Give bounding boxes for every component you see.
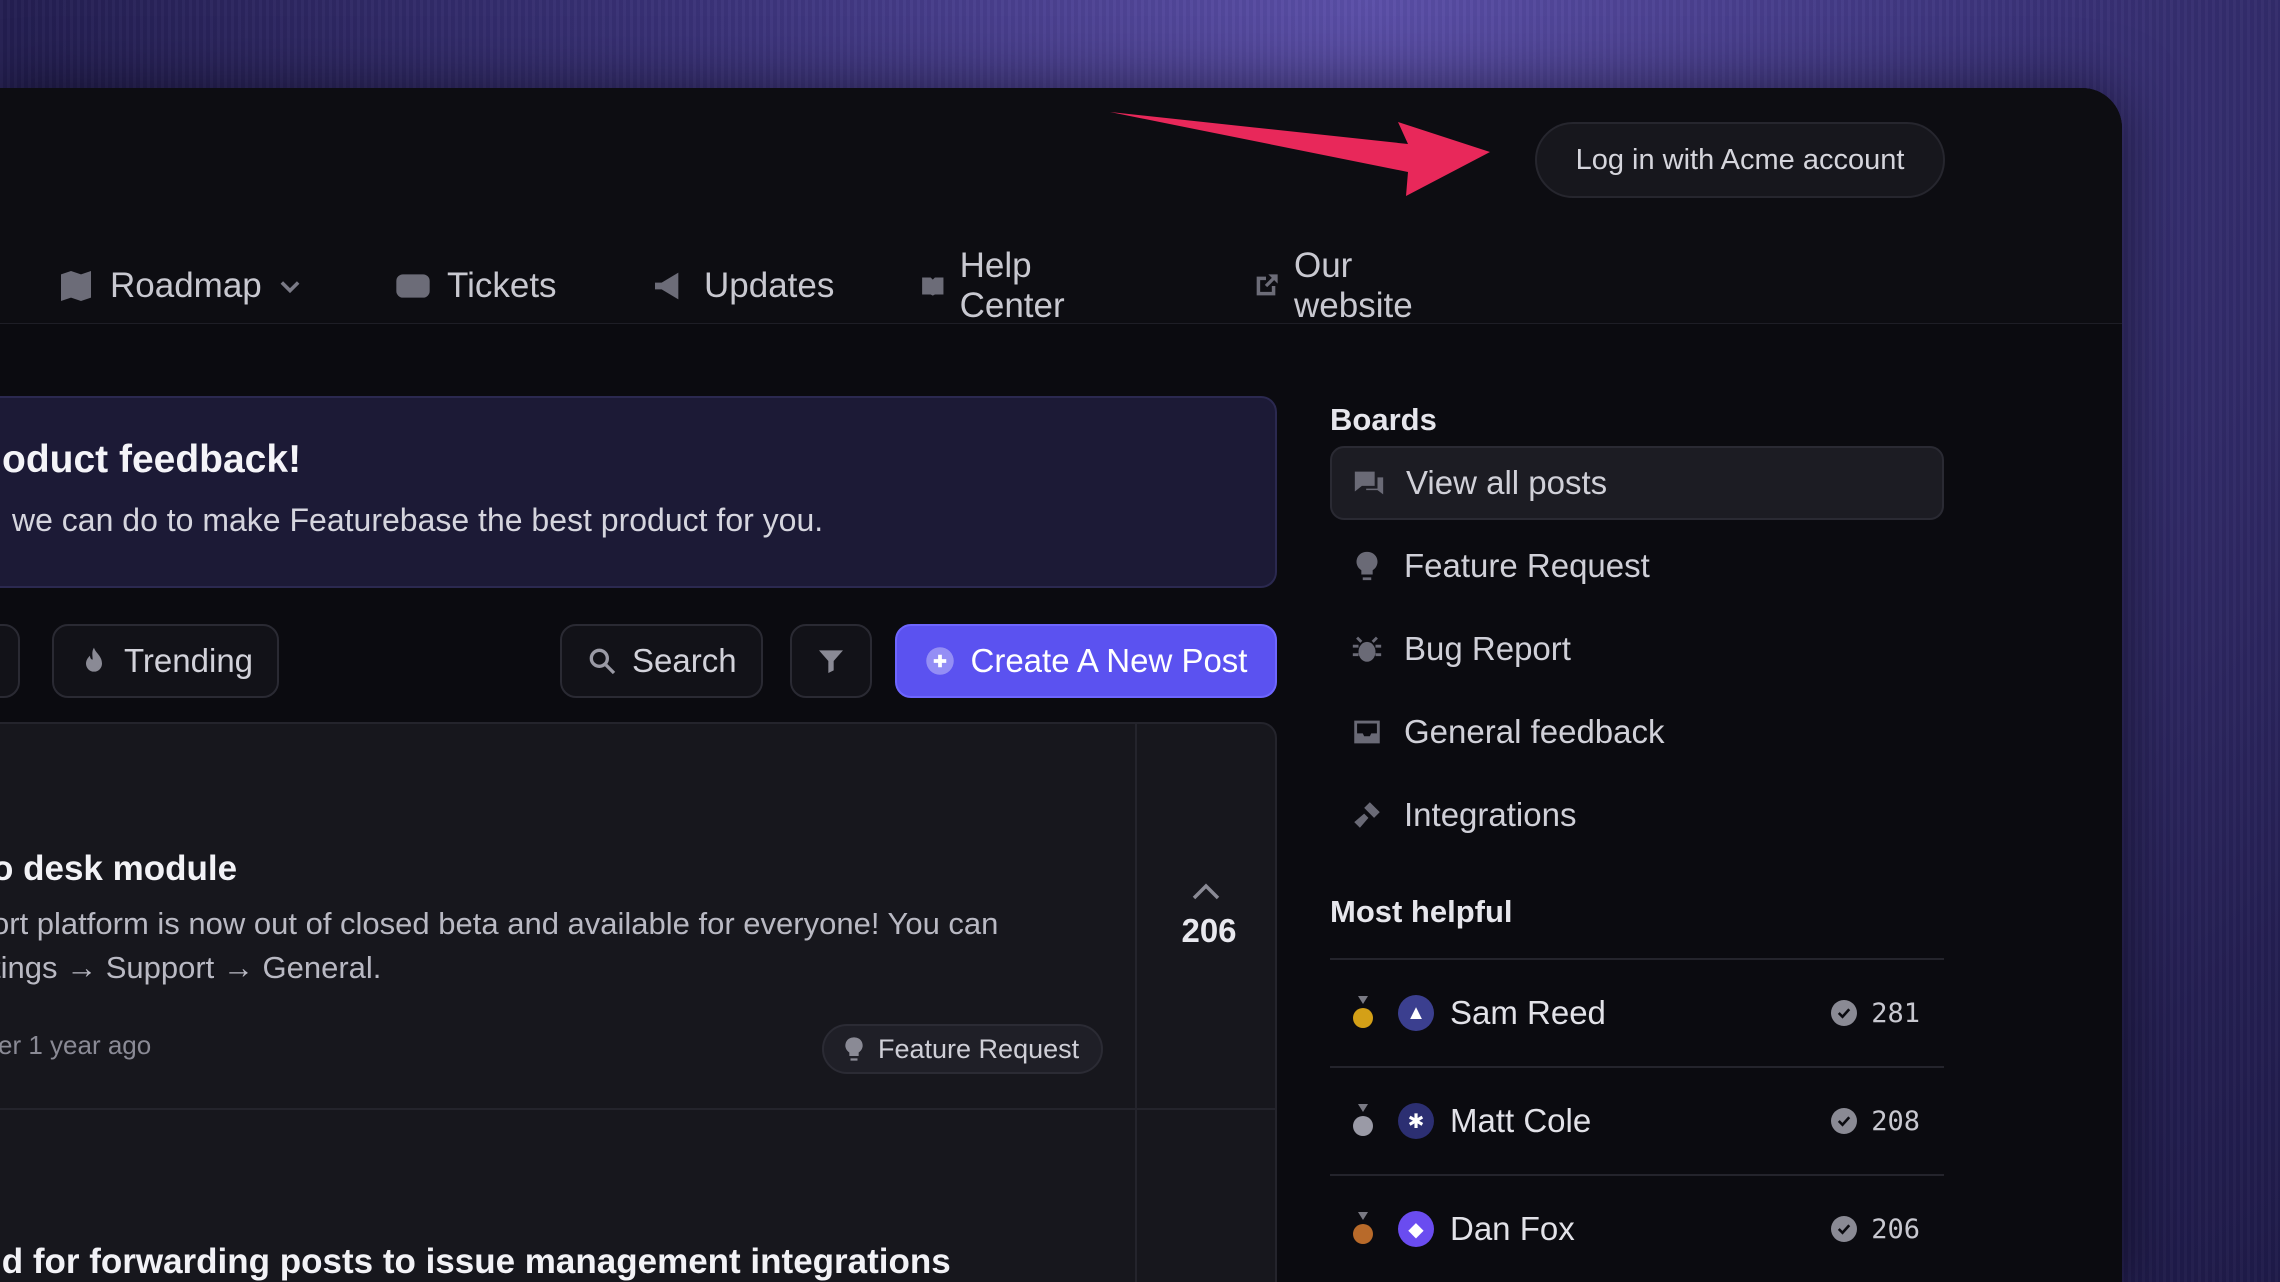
helper-name: Sam Reed xyxy=(1450,994,1606,1031)
board-bug-report[interactable]: Bug Report xyxy=(1330,612,1944,686)
sort-dropdown-button[interactable] xyxy=(0,624,20,698)
main-content: oduct feedback! we can do to make Featur… xyxy=(0,324,2122,1282)
login-button[interactable]: Log in with Acme account xyxy=(1535,122,1945,198)
megaphone-icon xyxy=(655,272,679,300)
board-label: Feature Request xyxy=(1404,547,1650,584)
board-feature-request[interactable]: Feature Request xyxy=(1330,529,1944,603)
helpful-user-row[interactable]: ✱ Matt Cole 208 xyxy=(1330,1066,1944,1174)
avatar: ✱ xyxy=(1398,1103,1434,1139)
nav-our-website[interactable]: Our website xyxy=(1252,246,1425,326)
helper-score: 208 xyxy=(1831,1106,1920,1137)
search-label: Search xyxy=(632,642,737,679)
post-title[interactable]: o desk module xyxy=(0,849,237,889)
vote-column xyxy=(1135,724,1275,1282)
board-label: Integrations xyxy=(1404,796,1577,833)
helper-score: 206 xyxy=(1831,1214,1920,1245)
create-post-button[interactable]: Create A New Post xyxy=(895,624,1277,698)
nav-tickets-label: Tickets xyxy=(447,266,557,305)
helper-score-value: 281 xyxy=(1871,997,1920,1029)
nav-updates-label: Updates xyxy=(704,266,835,305)
external-link-icon xyxy=(1256,274,1278,296)
top-bar: Log in with Acme account Roadmap Tickets… xyxy=(0,88,2122,326)
post-body-line-1: ort platform is now out of closed beta a… xyxy=(0,906,999,941)
check-icon xyxy=(1831,1108,1858,1134)
chevron-down-icon xyxy=(280,281,300,294)
helper-score-value: 206 xyxy=(1871,1213,1920,1245)
post-meta: er 1 year ago xyxy=(0,1030,152,1060)
post-body-line-2: tings → Support → General. xyxy=(0,950,382,985)
trending-button[interactable]: Trending xyxy=(52,624,280,698)
post-title[interactable]: ld for forwarding posts to issue managem… xyxy=(0,1242,951,1282)
nav-help-center[interactable]: Help Center xyxy=(920,246,1079,326)
plus-circle-icon xyxy=(925,647,954,675)
helper-name: Matt Cole xyxy=(1450,1102,1592,1139)
nav-tickets[interactable]: Tickets xyxy=(393,266,557,306)
nav-our-website-label: Our website xyxy=(1293,246,1413,325)
boards-heading: Boards xyxy=(1330,402,1437,437)
search-button[interactable]: Search xyxy=(560,624,763,698)
trending-label: Trending xyxy=(124,642,254,679)
board-integrations[interactable]: Integrations xyxy=(1330,778,1944,852)
silver-medal-icon xyxy=(1353,1104,1373,1136)
banner-title: oduct feedback! xyxy=(2,438,302,481)
nav-roadmap-label: Roadmap xyxy=(110,266,262,305)
board-label: Bug Report xyxy=(1404,630,1571,667)
flame-icon xyxy=(86,647,102,672)
board-label: View all posts xyxy=(1406,464,1608,501)
nav-roadmap[interactable]: Roadmap xyxy=(56,266,304,306)
map-icon xyxy=(61,271,91,301)
avatar: ◆ xyxy=(1398,1211,1434,1247)
filter-button[interactable] xyxy=(790,624,872,698)
upvote-icon[interactable] xyxy=(1190,880,1222,904)
helpful-user-row[interactable]: ◆ Dan Fox 206 xyxy=(1330,1174,1944,1282)
check-icon xyxy=(1831,1216,1858,1242)
avatar: ▲ xyxy=(1398,995,1434,1031)
create-post-label: Create A New Post xyxy=(970,642,1248,679)
check-icon xyxy=(1831,1000,1858,1026)
helper-score-value: 208 xyxy=(1871,1105,1920,1137)
filter-icon xyxy=(819,650,843,673)
helper-name: Dan Fox xyxy=(1450,1210,1575,1247)
nav-help-center-label: Help Center xyxy=(959,246,1065,325)
board-view-all-posts[interactable]: View all posts xyxy=(1330,446,1944,520)
bug-icon xyxy=(1352,636,1382,662)
vote-count: 206 xyxy=(1181,912,1237,949)
helpful-user-row[interactable]: ▲ Sam Reed 281 xyxy=(1330,958,1944,1066)
plug-icon xyxy=(1354,802,1380,828)
board-general-feedback[interactable]: General feedback xyxy=(1330,695,1944,769)
board-label: General feedback xyxy=(1404,713,1665,750)
inbox-icon xyxy=(1354,720,1380,744)
arrow-annotation-icon xyxy=(1110,112,1490,196)
book-icon xyxy=(922,277,944,296)
banner-description: we can do to make Featurebase the best p… xyxy=(12,502,824,538)
ticket-icon xyxy=(396,274,430,298)
chat-icon xyxy=(1354,471,1384,495)
nav-updates[interactable]: Updates xyxy=(650,266,834,306)
app-window: Log in with Acme account Roadmap Tickets… xyxy=(0,88,2122,1282)
lightbulb-icon xyxy=(845,1037,863,1061)
post-tag-label: Feature Request xyxy=(878,1033,1080,1064)
bronze-medal-icon xyxy=(1353,1212,1373,1244)
post-tag[interactable]: Feature Request xyxy=(822,1024,1104,1074)
post-divider xyxy=(0,1108,1275,1110)
search-icon xyxy=(589,648,616,675)
helper-score: 281 xyxy=(1831,998,1920,1029)
welcome-banner: oduct feedback! we can do to make Featur… xyxy=(0,396,1277,588)
lightbulb-icon xyxy=(1356,551,1378,581)
post-list: o desk module ort platform is now out of… xyxy=(0,722,1277,1282)
gold-medal-icon xyxy=(1353,996,1373,1028)
most-helpful-heading: Most helpful xyxy=(1330,894,1513,929)
